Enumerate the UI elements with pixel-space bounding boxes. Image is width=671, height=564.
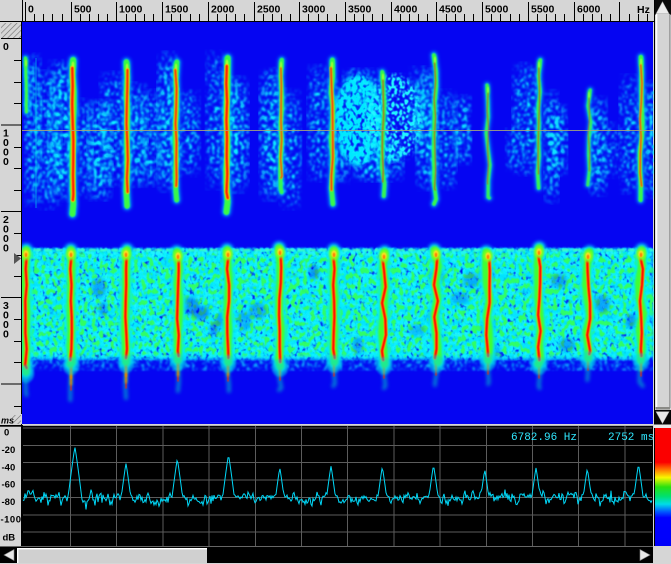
svg-text:0: 0 [4,428,9,439]
svg-text:0: 0 [3,41,9,53]
svg-text:6000: 6000 [577,4,601,16]
svg-text:0: 0 [3,243,9,255]
svg-text:2752 ms: 2752 ms [608,432,654,444]
svg-text:4000: 4000 [394,4,418,16]
svg-text:Hz: Hz [637,4,650,16]
svg-text:5500: 5500 [531,4,555,16]
svg-text:500: 500 [74,4,92,16]
svg-text:1000: 1000 [119,4,143,16]
svg-text:0: 0 [3,156,9,168]
svg-text:dB: dB [3,533,16,544]
svg-text:0: 0 [28,4,34,16]
svg-text:3000: 3000 [302,4,326,16]
svg-text:-100: -100 [1,515,22,526]
svg-text:3500: 3500 [348,4,372,16]
svg-text:2000: 2000 [211,4,235,16]
svg-text:2500: 2500 [257,4,281,16]
svg-text:5000: 5000 [485,4,509,16]
svg-text:-40: -40 [2,462,16,473]
svg-text:4500: 4500 [439,4,463,16]
svg-text:-20: -20 [2,445,16,456]
svg-text:-60: -60 [2,480,16,491]
svg-text:1500: 1500 [165,4,189,16]
svg-text:6782.96 Hz: 6782.96 Hz [511,432,577,444]
svg-text:0: 0 [3,329,9,341]
svg-text:-80: -80 [2,497,16,508]
